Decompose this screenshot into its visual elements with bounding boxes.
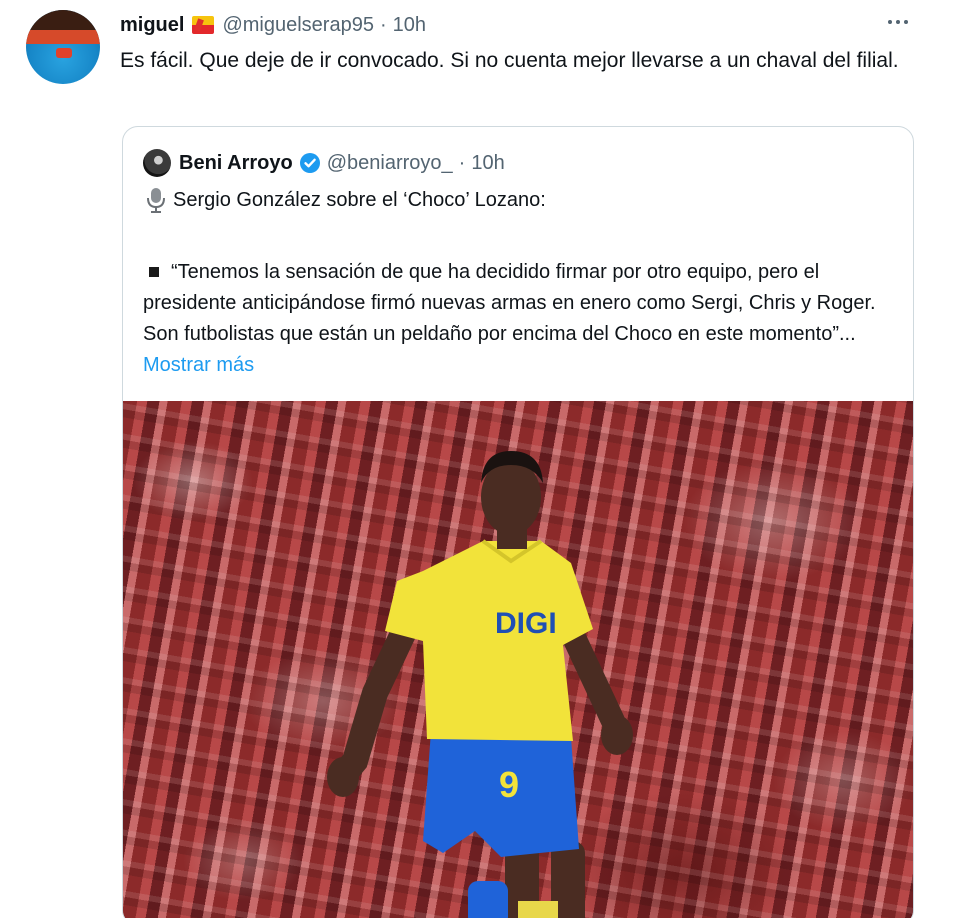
- author-name[interactable]: miguel: [120, 14, 184, 37]
- quoted-tweet[interactable]: Beni Arroyo @beniarroyo_ · 10h Sergio Go…: [122, 126, 914, 918]
- bullet-icon: [149, 266, 159, 277]
- quoted-author-name[interactable]: Beni Arroyo: [179, 152, 293, 175]
- show-more-link[interactable]: Mostrar más: [143, 354, 254, 376]
- tweet-header: miguel @miguelserap95 · 10h: [120, 12, 426, 38]
- separator: ·: [379, 13, 387, 36]
- quoted-intro: Sergio González sobre el ‘Choco’ Lozano:: [173, 189, 546, 211]
- quoted-intro-line: Sergio González sobre el ‘Choco’ Lozano:: [145, 185, 546, 215]
- tweet: miguel @miguelserap95 · 10h Es fácil. Qu…: [0, 0, 962, 918]
- quoted-body: “Tenemos la sensación de que ha decidido…: [143, 257, 903, 381]
- shorts-number: 9: [499, 764, 519, 805]
- quoted-body-text: “Tenemos la sensación de que ha decidido…: [143, 261, 876, 345]
- jersey-sponsor: DIGI: [495, 607, 557, 640]
- quoted-tweet-time[interactable]: 10h: [471, 152, 504, 175]
- quoted-tweet-header: Beni Arroyo @beniarroyo_ · 10h: [179, 149, 505, 177]
- flag-icon: [192, 16, 215, 34]
- quoted-separator: ·: [458, 151, 466, 174]
- tweet-text: Es fácil. Que deje de ir convocado. Si n…: [120, 49, 899, 72]
- author-handle[interactable]: @miguelserap95: [222, 14, 374, 37]
- author-avatar[interactable]: [26, 10, 100, 84]
- more-icon[interactable]: [888, 14, 914, 30]
- player-illustration: 9 DIGI: [327, 451, 633, 918]
- microphone-icon: [147, 188, 165, 213]
- verified-icon: [299, 153, 320, 173]
- player-photo[interactable]: 9 DIGI: [123, 401, 913, 918]
- quoted-author-avatar[interactable]: [143, 149, 171, 177]
- tweet-time[interactable]: 10h: [393, 14, 426, 37]
- quoted-author-handle[interactable]: @beniarroyo_: [327, 152, 453, 175]
